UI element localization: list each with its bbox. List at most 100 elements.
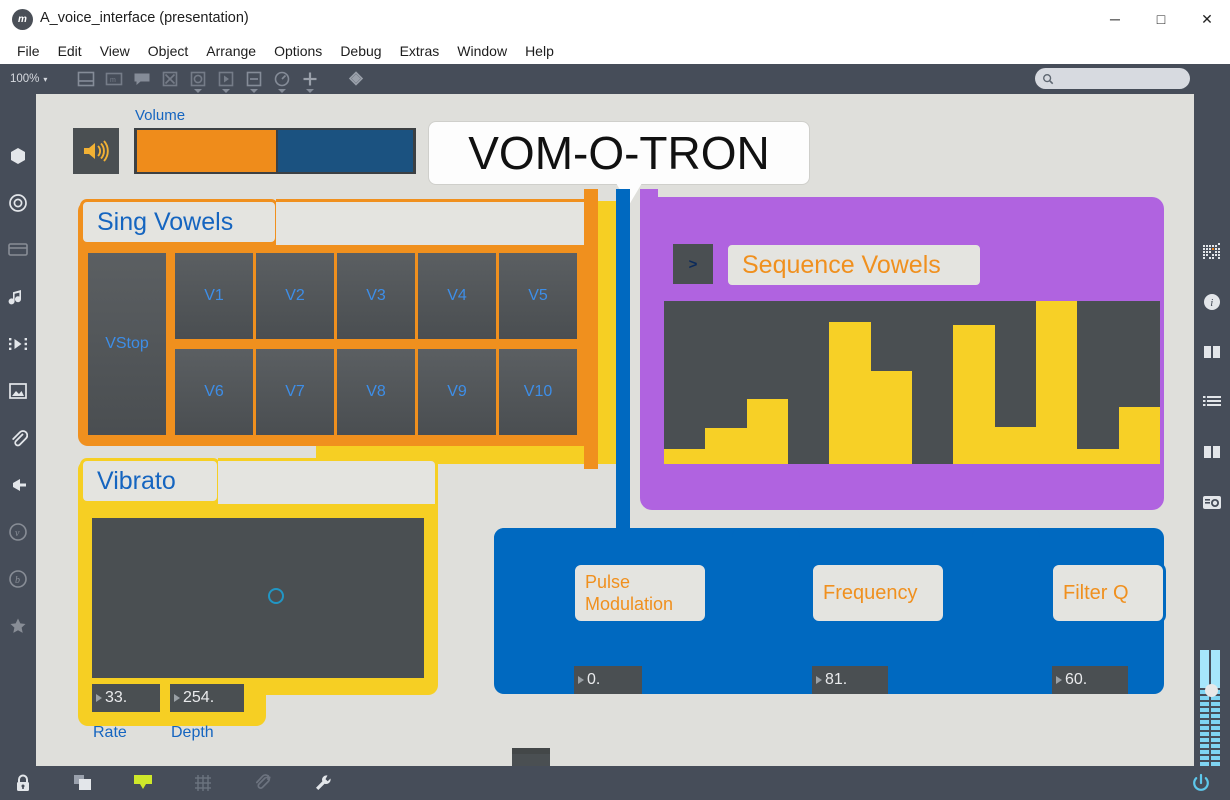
zoom-caret-icon[interactable]: ▾ bbox=[43, 75, 47, 84]
vowel-button-v6[interactable]: V6 bbox=[175, 349, 253, 435]
multislider-bar[interactable] bbox=[705, 428, 747, 464]
slider-icon-caret[interactable] bbox=[250, 89, 259, 93]
vowel-button-v7[interactable]: V7 bbox=[256, 349, 334, 435]
grid-icon[interactable] bbox=[180, 766, 226, 800]
slider-icon[interactable] bbox=[245, 70, 263, 93]
menu-edit[interactable]: Edit bbox=[49, 40, 91, 62]
filter-q-label-text: Filter Q bbox=[1063, 581, 1129, 604]
add-object-icon[interactable] bbox=[301, 70, 319, 93]
menu-extras[interactable]: Extras bbox=[391, 40, 449, 62]
menu-arrange[interactable]: Arrange bbox=[197, 40, 265, 62]
multislider-bar[interactable] bbox=[664, 449, 706, 464]
patcher-canvas[interactable]: Volume VOM-O-TRON Sing Vowels VStop V1 V… bbox=[36, 94, 1194, 766]
vibrato-xy-cursor[interactable] bbox=[268, 588, 284, 604]
vowel-button-v9[interactable]: V9 bbox=[418, 349, 496, 435]
list-icon[interactable] bbox=[1194, 384, 1230, 420]
vibrato-xy-pad[interactable] bbox=[92, 518, 424, 678]
power-icon[interactable] bbox=[1178, 766, 1224, 800]
minimize-button[interactable]: ─ bbox=[1092, 0, 1138, 38]
plug-icon[interactable] bbox=[0, 467, 36, 503]
multislider-bar[interactable] bbox=[953, 325, 995, 464]
numbox-triangle-icon bbox=[174, 694, 180, 702]
menu-object[interactable]: Object bbox=[139, 40, 197, 62]
level-meter-knob[interactable] bbox=[1205, 684, 1218, 697]
music-note-icon[interactable] bbox=[0, 279, 36, 315]
menu-help[interactable]: Help bbox=[516, 40, 563, 62]
vibrato-rate-numbox[interactable]: 33. bbox=[92, 684, 160, 712]
sequence-play-button[interactable]: > bbox=[673, 244, 713, 284]
playbar-icon[interactable] bbox=[217, 70, 235, 93]
multislider-bar[interactable] bbox=[994, 426, 1036, 464]
clips-icon[interactable] bbox=[0, 326, 36, 362]
multislider-bar[interactable] bbox=[829, 322, 871, 464]
paperclip-icon[interactable] bbox=[0, 420, 36, 456]
dial-icon-caret[interactable] bbox=[278, 89, 287, 93]
vowel-button-v2[interactable]: V2 bbox=[256, 253, 334, 339]
volume-slider[interactable] bbox=[134, 128, 416, 174]
speaker-button[interactable] bbox=[73, 128, 119, 174]
info-icon[interactable]: i bbox=[1194, 284, 1230, 320]
toggle-icon[interactable] bbox=[161, 70, 179, 88]
menu-view[interactable]: View bbox=[91, 40, 139, 62]
menu-debug[interactable]: Debug bbox=[331, 40, 390, 62]
sequence-multislider[interactable] bbox=[664, 301, 1160, 464]
vowel-button-v10[interactable]: V10 bbox=[499, 349, 577, 435]
search-input[interactable] bbox=[1054, 72, 1174, 85]
multislider-bar[interactable] bbox=[1035, 301, 1078, 464]
playbar-icon-caret[interactable] bbox=[222, 89, 231, 93]
presentation-mode-icon[interactable] bbox=[120, 766, 166, 800]
lock-icon[interactable] bbox=[0, 766, 46, 800]
pulse-modulation-slider[interactable] bbox=[512, 748, 550, 766]
vowel-button-v4[interactable]: V4 bbox=[418, 253, 496, 339]
add-object-icon-caret[interactable] bbox=[306, 89, 315, 93]
vibrato-depth-numbox[interactable]: 254. bbox=[170, 684, 244, 712]
pulse-modulation-label-line1: Pulse bbox=[585, 571, 631, 592]
vibrato-depth-label: Depth bbox=[171, 724, 214, 741]
menu-window[interactable]: Window bbox=[448, 40, 516, 62]
close-button[interactable]: ✕ bbox=[1184, 0, 1230, 38]
vowel-button-v5[interactable]: V5 bbox=[499, 253, 577, 339]
frequency-numbox[interactable]: 81. bbox=[812, 666, 888, 694]
image-icon[interactable] bbox=[0, 373, 36, 409]
package-icon[interactable] bbox=[0, 138, 36, 174]
target-icon[interactable] bbox=[0, 185, 36, 221]
vowel-button-v8[interactable]: V8 bbox=[337, 349, 415, 435]
paint-bucket-icon[interactable] bbox=[347, 70, 365, 88]
columns-icon[interactable] bbox=[1194, 334, 1230, 370]
panel-icon[interactable] bbox=[77, 70, 95, 88]
filter-q-numbox[interactable]: 60. bbox=[1052, 666, 1128, 694]
menu-options[interactable]: Options bbox=[265, 40, 331, 62]
toolbar-icon-group: m bbox=[77, 70, 365, 93]
add-clipping-icon[interactable] bbox=[240, 766, 286, 800]
frequency-value: 81. bbox=[825, 671, 848, 688]
frequency-label: Frequency bbox=[810, 562, 946, 624]
multislider-bar[interactable] bbox=[870, 371, 912, 464]
button-icon-caret[interactable] bbox=[194, 89, 203, 93]
book-icon[interactable] bbox=[1194, 434, 1230, 470]
beap-icon[interactable]: b bbox=[0, 561, 36, 597]
star-icon[interactable] bbox=[0, 608, 36, 644]
multislider-bar[interactable] bbox=[746, 398, 788, 464]
wrench-icon[interactable] bbox=[300, 766, 346, 800]
maximize-button[interactable]: □ bbox=[1138, 0, 1184, 38]
pulse-modulation-numbox[interactable]: 0. bbox=[574, 666, 642, 694]
vizzie-icon[interactable]: v bbox=[0, 514, 36, 550]
search-box[interactable] bbox=[1035, 68, 1190, 89]
dial-icon[interactable] bbox=[273, 70, 291, 93]
vowel-button-v1[interactable]: V1 bbox=[175, 253, 253, 339]
keyboard-icon[interactable] bbox=[0, 232, 36, 268]
message-box-icon[interactable]: m bbox=[105, 70, 123, 88]
vstop-button[interactable]: VStop bbox=[88, 253, 166, 435]
menu-file[interactable]: File bbox=[8, 40, 49, 62]
zoom-level-label[interactable]: 100% bbox=[10, 73, 39, 85]
vowel-button-v3[interactable]: V3 bbox=[337, 253, 415, 339]
window-controls: ─ □ ✕ bbox=[1092, 0, 1230, 38]
multislider-bar[interactable] bbox=[1077, 449, 1119, 464]
comment-icon[interactable] bbox=[133, 70, 151, 88]
multislider-bar[interactable] bbox=[1118, 406, 1160, 464]
vibrato-title-bar-extension bbox=[218, 458, 438, 504]
copy-windows-icon[interactable] bbox=[60, 766, 106, 800]
button-icon[interactable] bbox=[189, 70, 207, 93]
grid-matrix-icon[interactable] bbox=[1194, 234, 1230, 270]
snapshot-icon[interactable] bbox=[1194, 484, 1230, 520]
